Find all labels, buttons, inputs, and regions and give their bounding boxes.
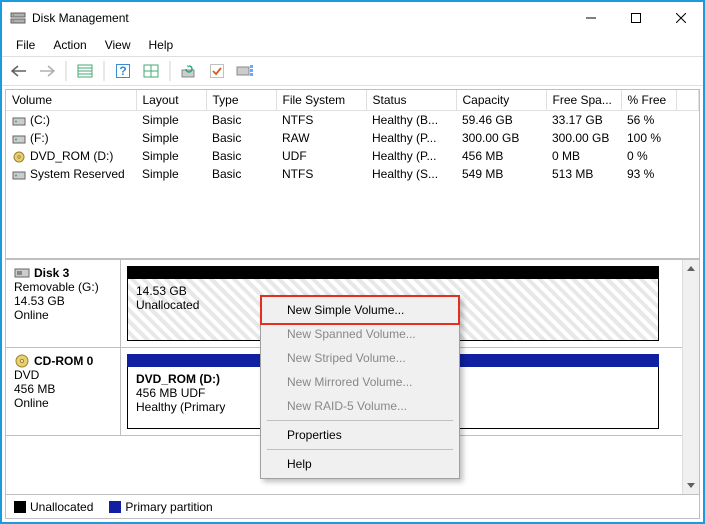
disk-info-disk3[interactable]: Disk 3 Removable (G:) 14.53 GB Online — [6, 260, 121, 347]
separator — [63, 59, 69, 83]
menu-file[interactable]: File — [8, 36, 43, 54]
scroll-down-icon[interactable] — [683, 477, 699, 494]
table-row[interactable]: (C:)SimpleBasicNTFSHealthy (B...59.46 GB… — [6, 111, 699, 130]
volume-table-wrap: Volume Layout Type File System Status Ca… — [6, 90, 699, 260]
disk3-sub2: 14.53 GB — [14, 294, 112, 308]
col-status[interactable]: Status — [366, 90, 456, 111]
minimize-button[interactable] — [568, 3, 613, 33]
maximize-button[interactable] — [613, 3, 658, 33]
disk-info-cdrom[interactable]: CD-ROM 0 DVD 456 MB Online — [6, 348, 121, 435]
app-icon — [10, 10, 26, 26]
disk3-name: Disk 3 — [34, 266, 69, 280]
disk3-sub1: Removable (G:) — [14, 280, 112, 294]
window-title: Disk Management — [32, 11, 568, 25]
menu-view[interactable]: View — [97, 36, 139, 54]
dvd-icon — [12, 151, 26, 163]
col-free[interactable]: Free Spa... — [546, 90, 621, 111]
ctx-help[interactable]: Help — [263, 452, 457, 476]
table-row[interactable]: DVD_ROM (D:)SimpleBasicUDFHealthy (P...4… — [6, 147, 699, 165]
col-fs[interactable]: File System — [276, 90, 366, 111]
menu-help[interactable]: Help — [141, 36, 182, 54]
table-row[interactable]: (F:)SimpleBasicRAWHealthy (P...300.00 GB… — [6, 129, 699, 147]
ctx-new-mirrored-volume: New Mirrored Volume... — [263, 370, 457, 394]
cdrom-sub3: Online — [14, 396, 112, 410]
svg-text:?: ? — [119, 64, 126, 78]
separator — [167, 59, 173, 83]
scrollbar[interactable] — [682, 260, 699, 494]
disk-list-icon[interactable] — [233, 59, 257, 83]
help-icon[interactable]: ? — [111, 59, 135, 83]
toolbar: ? — [2, 56, 703, 86]
ctx-new-striped-volume: New Striped Volume... — [263, 346, 457, 370]
legend-primary: Primary partition — [109, 500, 212, 514]
disk-graphic-area: Disk 3 Removable (G:) 14.53 GB Online 14… — [6, 260, 699, 494]
col-spacer — [676, 90, 699, 111]
col-capacity[interactable]: Capacity — [456, 90, 546, 111]
removable-disk-icon — [14, 267, 30, 279]
cdrom-name: CD-ROM 0 — [34, 354, 93, 368]
ctx-new-raid5-volume: New RAID-5 Volume... — [263, 394, 457, 418]
cdrom-icon — [14, 354, 30, 368]
forward-button[interactable] — [35, 59, 59, 83]
disk-management-window: Disk Management File Action View Help ? … — [0, 0, 705, 524]
volume-table: Volume Layout Type File System Status Ca… — [6, 90, 699, 183]
cdrom-sub2: 456 MB — [14, 382, 112, 396]
col-type[interactable]: Type — [206, 90, 276, 111]
close-button[interactable] — [658, 3, 703, 33]
grid-icon[interactable] — [139, 59, 163, 83]
menu-action[interactable]: Action — [45, 36, 94, 54]
cdrom-sub1: DVD — [14, 368, 112, 382]
view-list-icon[interactable] — [73, 59, 97, 83]
table-row[interactable]: System ReservedSimpleBasicNTFSHealthy (S… — [6, 165, 699, 183]
refresh-disk-icon[interactable] — [177, 59, 201, 83]
col-layout[interactable]: Layout — [136, 90, 206, 111]
context-menu: New Simple Volume... New Spanned Volume.… — [260, 295, 460, 479]
legend-unallocated: Unallocated — [14, 500, 93, 514]
col-volume[interactable]: Volume — [6, 90, 136, 111]
ctx-new-spanned-volume: New Spanned Volume... — [263, 322, 457, 346]
separator — [101, 59, 107, 83]
menubar: File Action View Help — [2, 34, 703, 56]
scroll-up-icon[interactable] — [683, 260, 699, 277]
col-pct[interactable]: % Free — [621, 90, 676, 111]
ctx-new-simple-volume[interactable]: New Simple Volume... — [263, 298, 457, 322]
disk3-sub3: Online — [14, 308, 112, 322]
drive-icon — [12, 115, 26, 127]
titlebar: Disk Management — [2, 2, 703, 34]
legend: Unallocated Primary partition — [6, 494, 699, 518]
drive-icon — [12, 133, 26, 145]
content-area: Volume Layout Type File System Status Ca… — [5, 89, 700, 519]
drive-icon — [12, 169, 26, 181]
ctx-properties[interactable]: Properties — [263, 423, 457, 447]
apply-icon[interactable] — [205, 59, 229, 83]
back-button[interactable] — [7, 59, 31, 83]
